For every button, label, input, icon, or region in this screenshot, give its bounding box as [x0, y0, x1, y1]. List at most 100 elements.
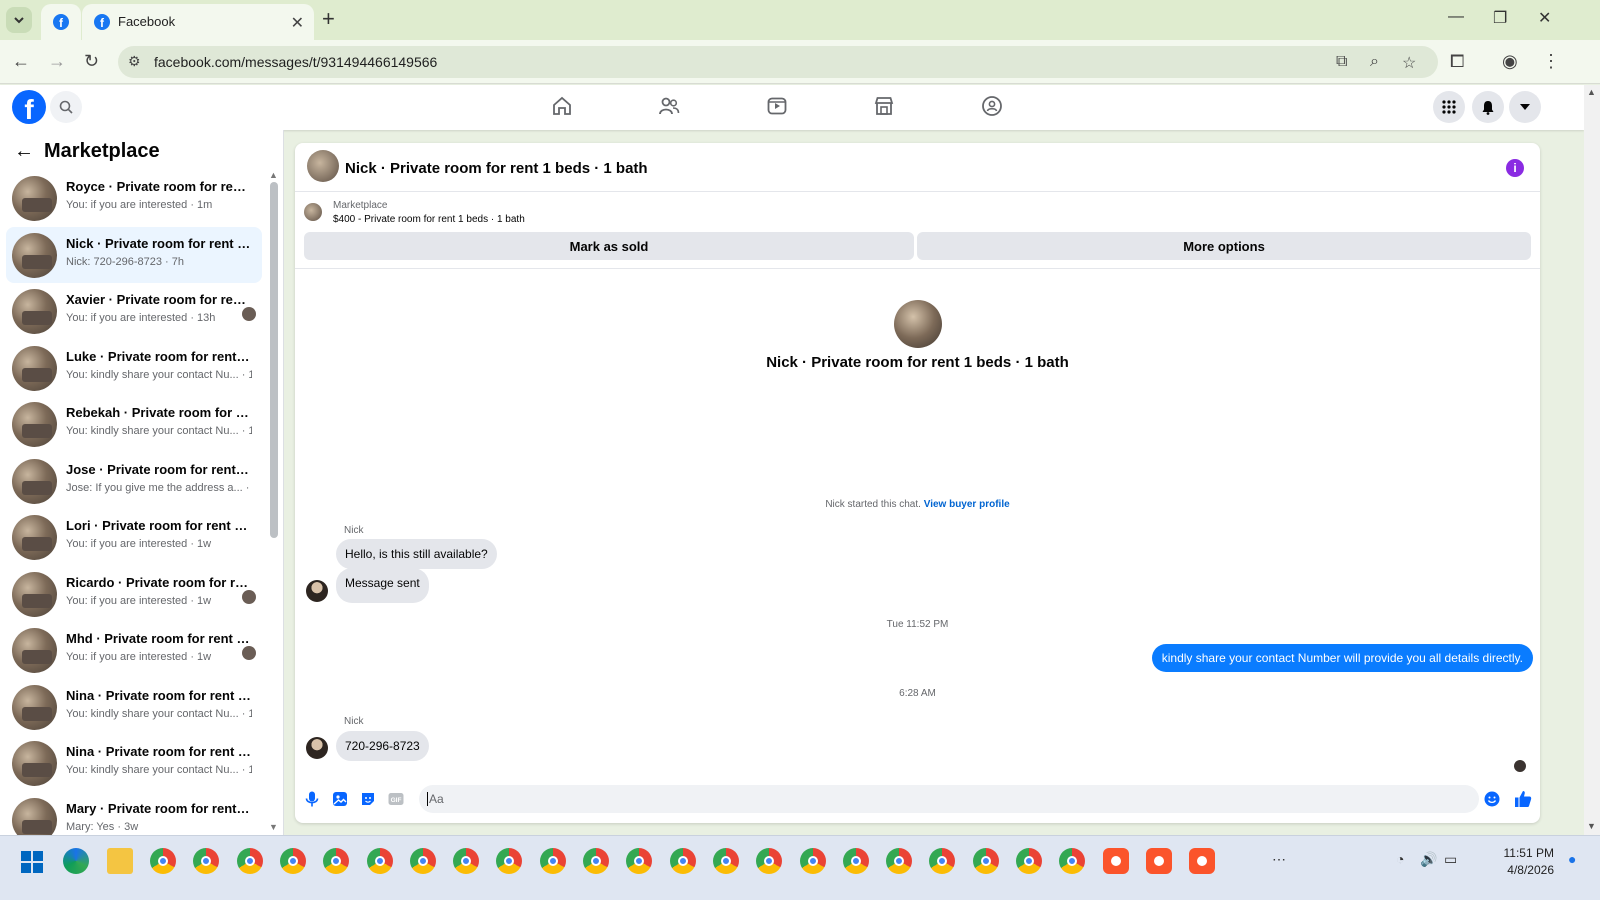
restore-button[interactable]: ❐	[1493, 8, 1507, 28]
conversation-item[interactable]: Lori · Private room for rent 1 be... You:…	[6, 509, 262, 565]
tab-facebook[interactable]: f Facebook ✕	[82, 4, 314, 40]
menu-grid-button[interactable]	[1433, 91, 1465, 123]
tab-search-button[interactable]	[6, 7, 32, 33]
chrome-icon[interactable]	[366, 848, 393, 874]
gif-icon[interactable]: GIF	[387, 790, 405, 808]
install-app-icon[interactable]: ⧉	[1336, 53, 1347, 71]
notification-bell-icon[interactable]: ●	[1568, 851, 1576, 867]
conversation-item[interactable]: Nick · Private room for rent 1 be... Nick…	[6, 226, 262, 283]
chrome-icon[interactable]	[626, 848, 653, 874]
taskbar-clock[interactable]: 11:51 PM 4/8/2026	[1504, 845, 1554, 879]
brave-browser-icon[interactable]	[1102, 848, 1129, 874]
page-scroll-down-arrow[interactable]: ▼	[1587, 821, 1596, 831]
chrome-icon[interactable]	[279, 848, 306, 874]
sticker-icon[interactable]	[359, 790, 377, 808]
thumbs-up-icon[interactable]	[1513, 789, 1533, 809]
tab-close-icon[interactable]: ✕	[291, 13, 304, 33]
conversation-item[interactable]: Mhd · Private room for rent 1 ... You: if…	[6, 622, 262, 678]
info-icon[interactable]: i	[1506, 159, 1524, 177]
conversation-item[interactable]: Xavier · Private room for rent... You: if…	[6, 283, 262, 339]
page-scrollbar[interactable]: ▲ ▼	[1584, 85, 1600, 835]
back-arrow-icon[interactable]: ←	[14, 140, 34, 163]
chrome-icon[interactable]	[799, 848, 826, 874]
more-options-button[interactable]: More options	[917, 232, 1531, 260]
chrome-profile-icon[interactable]	[583, 848, 609, 874]
reload-button[interactable]: ↻	[84, 51, 99, 72]
sidebar-scroll-thumb[interactable]	[270, 182, 278, 538]
chrome-profile-icon[interactable]	[323, 848, 350, 874]
chrome-profile-icon[interactable]	[756, 848, 783, 874]
chrome-profile-icon[interactable]	[236, 848, 263, 874]
search-button[interactable]	[50, 91, 82, 123]
facebook-logo-icon[interactable]: f	[12, 90, 46, 124]
chrome-profile-icon[interactable]	[1016, 848, 1042, 874]
view-buyer-profile-link[interactable]: View buyer profile	[924, 499, 1010, 510]
video-icon[interactable]	[766, 95, 788, 117]
chrome-icon[interactable]	[453, 848, 480, 874]
chrome-profile-icon[interactable]	[669, 848, 696, 874]
forward-button[interactable]: →	[48, 51, 66, 72]
outgoing-message-bubble[interactable]: kindly share your contact Number will pr…	[1151, 644, 1533, 672]
home-icon[interactable]	[551, 95, 573, 117]
chrome-icon[interactable]	[712, 848, 739, 874]
microphone-icon[interactable]	[303, 790, 321, 808]
chrome-icon[interactable]	[193, 848, 220, 874]
file-explorer-icon[interactable]	[107, 848, 133, 874]
conversation-item[interactable]: Luke · Private room for rent 1 b... You: …	[6, 340, 262, 396]
conversation-item[interactable]: Jose · Private room for rent 1 be... Jose…	[6, 453, 262, 509]
scroll-up-arrow[interactable]: ▲	[269, 170, 278, 180]
wifi-icon[interactable]: ◔	[1396, 851, 1404, 867]
chrome-profile-icon[interactable]	[496, 848, 523, 874]
address-bar[interactable]: ⚙ facebook.com/messages/t/93149446614956…	[118, 46, 1438, 78]
site-info-icon[interactable]: ⚙	[128, 53, 141, 70]
chat-title[interactable]: Nick · Private room for rent 1 beds · 1 …	[345, 160, 648, 177]
url-text[interactable]: facebook.com/messages/t/931494466149566	[154, 54, 437, 70]
conversation-item[interactable]: Rebekah · Private room for rent... You: k…	[6, 396, 262, 452]
chrome-icon[interactable]	[972, 848, 999, 874]
zoom-icon[interactable]: ⌕	[1370, 53, 1379, 71]
scroll-down-arrow[interactable]: ▼	[269, 822, 278, 832]
account-button[interactable]	[1509, 91, 1541, 123]
chrome-profile-icon[interactable]	[842, 848, 869, 874]
message-input[interactable]: Aa	[419, 785, 1479, 813]
message-bubble[interactable]: Message sent	[336, 568, 429, 603]
chrome-profile-icon[interactable]	[150, 848, 176, 874]
sender-avatar[interactable]	[306, 737, 328, 759]
page-scroll-up-arrow[interactable]: ▲	[1587, 87, 1596, 97]
message-bubble[interactable]: Hello, is this still available?	[336, 539, 497, 569]
friends-icon[interactable]	[658, 95, 680, 117]
profile-icon[interactable]: ◉	[1502, 51, 1518, 72]
chrome-icon[interactable]	[539, 848, 566, 874]
conversation-item[interactable]: Nina · Private room for rent 1 b... You: …	[6, 735, 262, 791]
windows-start-icon[interactable]	[20, 850, 44, 874]
close-window-button[interactable]: ✕	[1538, 8, 1551, 28]
sender-avatar[interactable]	[306, 580, 328, 602]
marketplace-icon[interactable]	[873, 95, 895, 117]
mark-as-sold-button[interactable]: Mark as sold	[304, 232, 914, 260]
browser-menu-icon[interactable]: ⋮	[1542, 51, 1560, 72]
extensions-icon[interactable]: ⧠	[1450, 51, 1464, 72]
conversation-item[interactable]: Ricardo · Private room for ren... You: if…	[6, 566, 262, 622]
listing-price[interactable]: $400 - Private room for rent 1 beds · 1 …	[333, 214, 525, 225]
volume-icon[interactable]: 🔊	[1420, 851, 1437, 868]
brave-browser-icon[interactable]	[1145, 848, 1172, 874]
conversation-item[interactable]: Nina · Private room for rent 1 b... You: …	[6, 679, 262, 735]
chrome-icon[interactable]	[1059, 848, 1086, 874]
minimize-button[interactable]: —	[1448, 8, 1464, 26]
groups-icon[interactable]	[981, 95, 1003, 117]
new-tab-button[interactable]: +	[322, 8, 335, 30]
tab-pinned-facebook[interactable]: f	[41, 4, 81, 40]
photo-icon[interactable]	[331, 790, 349, 808]
bookmark-star-icon[interactable]: ☆	[1402, 53, 1416, 73]
chrome-profile-icon[interactable]	[929, 848, 956, 874]
more-apps-icon[interactable]: ⋯	[1272, 851, 1286, 868]
back-button[interactable]: ←	[12, 51, 30, 72]
battery-icon[interactable]: ▭	[1444, 851, 1457, 868]
notifications-button[interactable]	[1472, 91, 1504, 123]
emoji-icon[interactable]	[1483, 790, 1501, 808]
edge-browser-icon[interactable]	[63, 848, 89, 874]
message-bubble[interactable]: 720-296-8723	[336, 731, 429, 761]
chrome-profile-icon[interactable]	[409, 848, 436, 874]
conversation-item[interactable]: Royce · Private room for rent 1 ... You: …	[6, 170, 262, 226]
chat-avatar[interactable]	[307, 150, 339, 182]
